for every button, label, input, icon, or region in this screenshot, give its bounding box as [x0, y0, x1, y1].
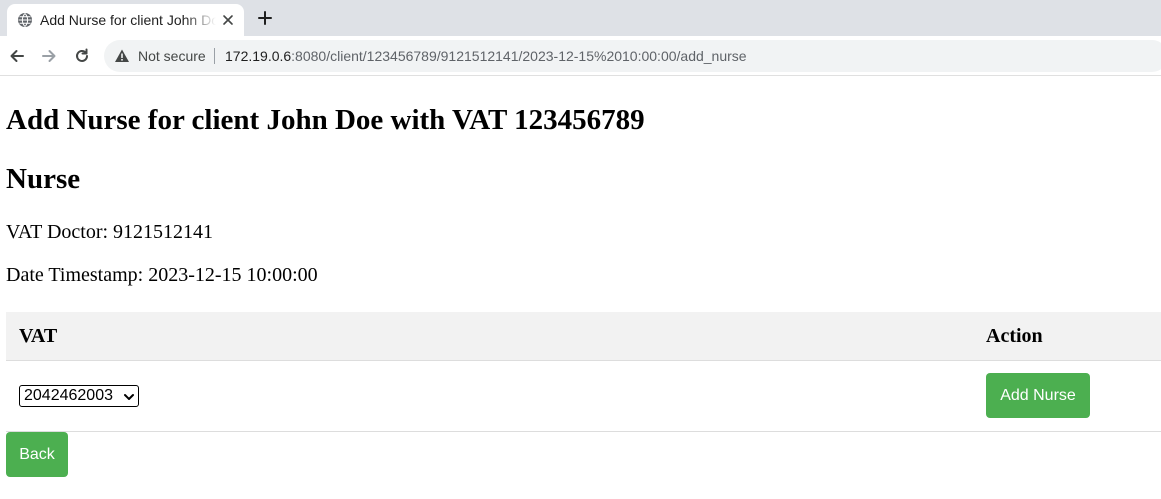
table-header-row: VAT Action [6, 312, 1161, 361]
back-arrow-icon[interactable] [8, 47, 26, 65]
browser-tab-bar: Add Nurse for client John Doe with VAT 1… [0, 0, 1161, 36]
url-path: :8080/client/123456789/9121512141/2023-1… [291, 48, 747, 64]
vat-doctor-text: VAT Doctor: 9121512141 [6, 221, 214, 243]
page-title: Add Nurse for client John Doe with VAT 1… [6, 104, 645, 136]
address-bar[interactable]: Not secure 172.19.0.6:8080/client/123456… [104, 40, 1161, 72]
warning-icon [115, 49, 129, 62]
omnibox-divider [214, 48, 215, 64]
back-button[interactable]: Back [6, 432, 68, 477]
tab-title: Add Nurse for client John Doe with VAT 1… [40, 12, 216, 28]
column-header-action: Action [986, 325, 1043, 347]
selected-vat-value: 2042462003 [24, 387, 113, 404]
url-host: 172.19.0.6 [225, 48, 292, 64]
forward-arrow-icon[interactable] [40, 47, 58, 65]
column-header-vat: VAT [19, 325, 58, 347]
section-title: Nurse [6, 163, 81, 195]
table-row: 2042462003 Add Nurse [6, 361, 1161, 432]
not-secure-label[interactable]: Not secure [138, 47, 206, 65]
close-icon[interactable] [220, 12, 236, 28]
page-content: Add Nurse for client John Doe with VAT 1… [0, 77, 1161, 499]
browser-toolbar: Not secure 172.19.0.6:8080/client/123456… [0, 36, 1161, 76]
nurse-vat-select[interactable]: 2042462003 [19, 385, 139, 407]
reload-icon[interactable] [73, 47, 91, 65]
url-text[interactable]: 172.19.0.6:8080/client/123456789/9121512… [225, 47, 747, 65]
browser-tab[interactable]: Add Nurse for client John Doe with VAT 1… [7, 4, 244, 36]
globe-icon [18, 13, 32, 27]
add-nurse-button[interactable]: Add Nurse [986, 373, 1090, 418]
chevron-down-icon [124, 394, 134, 400]
new-tab-plus-icon[interactable] [256, 9, 274, 27]
date-timestamp-text: Date Timestamp: 2023-12-15 10:00:00 [6, 264, 318, 286]
